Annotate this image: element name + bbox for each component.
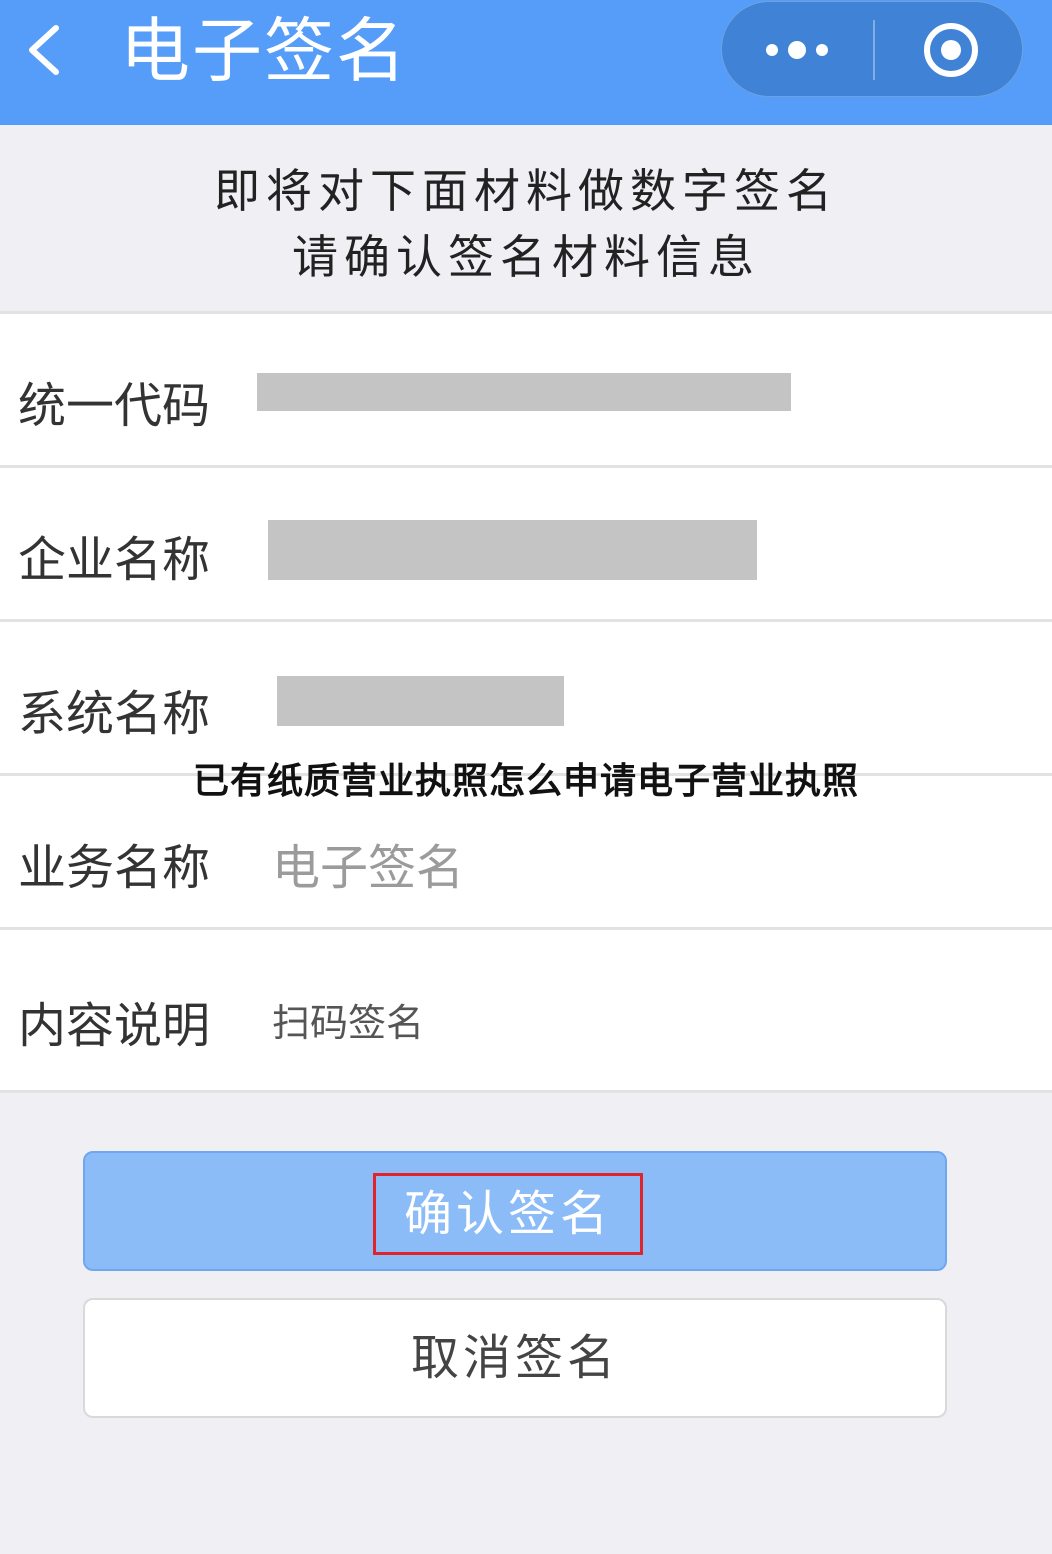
row-label: 统一代码 <box>18 378 211 434</box>
cancel-sign-button[interactable]: 取消签名 <box>83 1298 947 1418</box>
redacted-value <box>268 520 757 580</box>
row-system-name: 系统名称 <box>0 619 1052 773</box>
row-company-name: 企业名称 <box>0 465 1052 619</box>
mini-program-capsule <box>721 1 1023 97</box>
row-label: 业务名称 <box>18 840 211 896</box>
row-value: 扫码签名 <box>272 1001 425 1045</box>
notice-line-1: 即将对下面材料做数字签名 <box>214 164 838 218</box>
row-unified-code: 统一代码 <box>0 311 1052 465</box>
chevron-left-icon[interactable] <box>22 22 72 78</box>
row-label: 内容说明 <box>18 998 211 1054</box>
close-button[interactable] <box>875 2 1024 98</box>
confirm-sign-label: 确认签名 <box>403 1186 612 1242</box>
signature-notice: 即将对下面材料做数字签名 请确认签名材料信息 <box>0 125 1052 311</box>
row-label: 企业名称 <box>18 532 211 588</box>
notice-line-2: 请确认签名材料信息 <box>292 230 760 284</box>
redacted-value <box>277 676 564 726</box>
page-title: 电子签名 <box>120 10 408 92</box>
confirm-sign-button[interactable]: 确认签名 <box>83 1151 947 1271</box>
row-value: 电子签名 <box>272 840 465 896</box>
target-close-icon <box>924 23 978 77</box>
overlay-caption: 已有纸质营业执照怎么申请电子营业执照 <box>192 761 859 802</box>
row-content-description: 内容说明 扫码签名 <box>0 927 1052 1093</box>
navbar: 电子签名 <box>0 0 1052 125</box>
more-button[interactable] <box>722 2 872 98</box>
more-dots-icon <box>766 41 828 59</box>
row-label: 系统名称 <box>18 686 211 742</box>
highlight-box: 确认签名 <box>373 1173 643 1255</box>
cancel-sign-label: 取消签名 <box>410 1330 619 1386</box>
redacted-value <box>257 373 791 411</box>
